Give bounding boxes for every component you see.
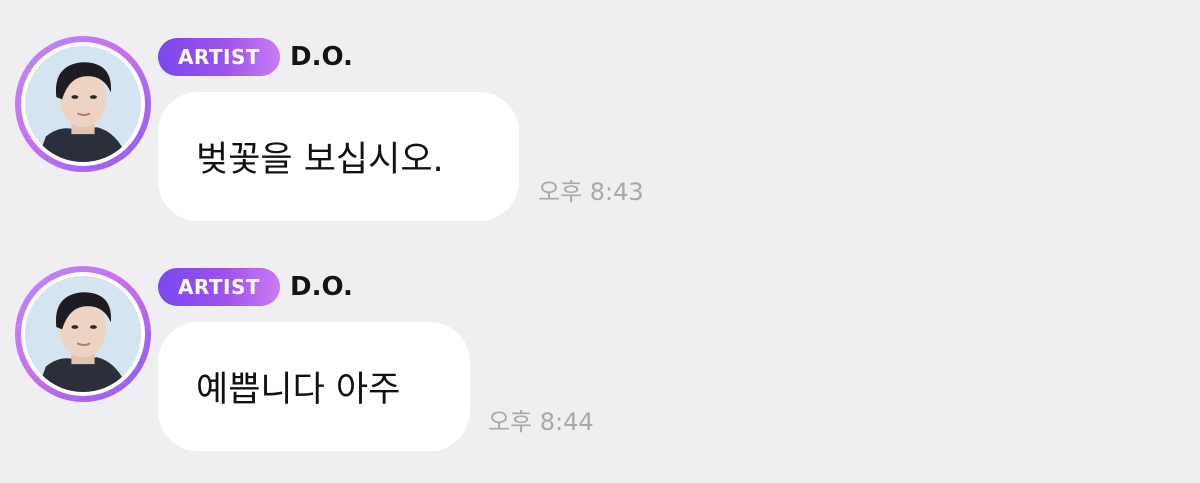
artist-badge: ARTIST bbox=[158, 38, 280, 76]
avatar-photo bbox=[25, 46, 141, 162]
avatar[interactable] bbox=[15, 36, 151, 172]
avatar-frame bbox=[21, 272, 145, 396]
sender-name[interactable]: D.O. bbox=[290, 42, 353, 72]
avatar[interactable] bbox=[15, 266, 151, 402]
message-header: ARTIST D.O. bbox=[158, 267, 353, 307]
message-bubble[interactable]: 벚꽃을 보십시오. bbox=[158, 92, 519, 221]
avatar-frame bbox=[21, 42, 145, 166]
sender-name[interactable]: D.O. bbox=[290, 272, 353, 302]
artist-badge: ARTIST bbox=[158, 268, 280, 306]
chat-area: ARTIST D.O. 벚꽃을 보십시오. 오후 8:43 ARTIST D.O… bbox=[0, 0, 1200, 483]
message-bubble[interactable]: 예쁩니다 아주 bbox=[158, 322, 470, 451]
message-item: ARTIST D.O. 벚꽃을 보십시오. 오후 8:43 bbox=[0, 0, 1200, 230]
message-item: ARTIST D.O. 예쁩니다 아주 오후 8:44 bbox=[0, 230, 1200, 460]
avatar-photo bbox=[25, 276, 141, 392]
message-timestamp: 오후 8:44 bbox=[488, 408, 594, 436]
message-timestamp: 오후 8:43 bbox=[538, 178, 644, 206]
message-header: ARTIST D.O. bbox=[158, 37, 353, 77]
profile-photo-icon bbox=[25, 276, 141, 392]
profile-photo-icon bbox=[25, 46, 141, 162]
